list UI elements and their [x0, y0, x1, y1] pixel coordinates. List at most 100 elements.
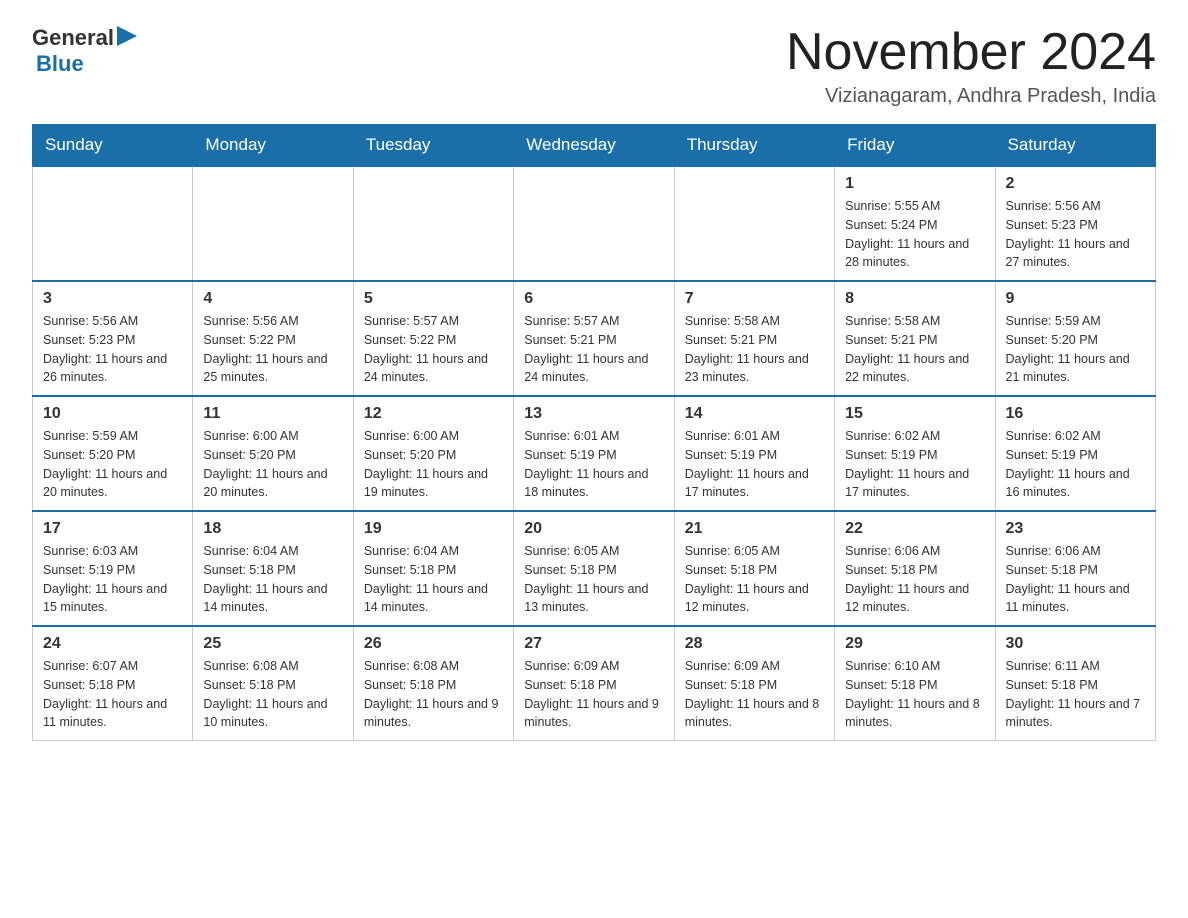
- day-number: 18: [203, 520, 342, 538]
- day-number: 24: [43, 635, 182, 653]
- day-info: Sunrise: 6:09 AM Sunset: 5:18 PM Dayligh…: [524, 657, 663, 732]
- calendar-cell: 23 Sunrise: 6:06 AM Sunset: 5:18 PM Dayli…: [995, 511, 1155, 626]
- weekday-header-saturday: Saturday: [995, 125, 1155, 167]
- calendar-cell: 6Sunrise: 5:57 AM Sunset: 5:21 PM Daylig…: [514, 281, 674, 396]
- calendar-cell: 26 Sunrise: 6:08 AM Sunset: 5:18 PM Dayli…: [353, 626, 513, 741]
- calendar-week-row: 1Sunrise: 5:55 AM Sunset: 5:24 PM Daylig…: [33, 166, 1156, 281]
- day-info: Sunrise: 6:08 AM Sunset: 5:18 PM Dayligh…: [364, 657, 503, 732]
- day-number: 11: [203, 405, 342, 423]
- calendar-cell: [674, 166, 834, 281]
- day-info: Sunrise: 6:06 AM Sunset: 5:18 PM Dayligh…: [1006, 542, 1145, 617]
- calendar-cell: 15 Sunrise: 6:02 AM Sunset: 5:19 PM Dayli…: [835, 396, 995, 511]
- calendar-cell: 18 Sunrise: 6:04 AM Sunset: 5:18 PM Dayli…: [193, 511, 353, 626]
- weekday-header-tuesday: Tuesday: [353, 125, 513, 167]
- weekday-header-friday: Friday: [835, 125, 995, 167]
- day-info: Sunrise: 6:07 AM Sunset: 5:18 PM Dayligh…: [43, 657, 182, 732]
- logo-general-text: General: [32, 25, 114, 50]
- weekday-header-monday: Monday: [193, 125, 353, 167]
- day-number: 16: [1006, 405, 1145, 423]
- day-number: 4: [203, 290, 342, 308]
- day-number: 28: [685, 635, 824, 653]
- day-info: Sunrise: 6:04 AM Sunset: 5:18 PM Dayligh…: [203, 542, 342, 617]
- day-info: Sunrise: 6:03 AM Sunset: 5:19 PM Dayligh…: [43, 542, 182, 617]
- day-info: Sunrise: 5:56 AM Sunset: 5:22 PM Dayligh…: [203, 312, 342, 387]
- day-number: 21: [685, 520, 824, 538]
- month-title: November 2024: [786, 24, 1156, 81]
- day-number: 8: [845, 290, 984, 308]
- calendar-cell: [193, 166, 353, 281]
- day-number: 20: [524, 520, 663, 538]
- day-number: 14: [685, 405, 824, 423]
- calendar-cell: 27 Sunrise: 6:09 AM Sunset: 5:18 PM Dayli…: [514, 626, 674, 741]
- calendar-cell: 11 Sunrise: 6:00 AM Sunset: 5:20 PM Dayli…: [193, 396, 353, 511]
- calendar-cell: 10Sunrise: 5:59 AM Sunset: 5:20 PM Dayli…: [33, 396, 193, 511]
- calendar-cell: [353, 166, 513, 281]
- calendar-cell: [514, 166, 674, 281]
- calendar-week-row: 17Sunrise: 6:03 AM Sunset: 5:19 PM Dayli…: [33, 511, 1156, 626]
- calendar-cell: 25 Sunrise: 6:08 AM Sunset: 5:18 PM Dayli…: [193, 626, 353, 741]
- calendar-cell: 17Sunrise: 6:03 AM Sunset: 5:19 PM Dayli…: [33, 511, 193, 626]
- day-info: Sunrise: 6:06 AM Sunset: 5:18 PM Dayligh…: [845, 542, 984, 617]
- weekday-header-wednesday: Wednesday: [514, 125, 674, 167]
- day-info: Sunrise: 6:00 AM Sunset: 5:20 PM Dayligh…: [203, 427, 342, 502]
- day-info: Sunrise: 6:01 AM Sunset: 5:19 PM Dayligh…: [685, 427, 824, 502]
- day-info: Sunrise: 6:05 AM Sunset: 5:18 PM Dayligh…: [685, 542, 824, 617]
- calendar-week-row: 10Sunrise: 5:59 AM Sunset: 5:20 PM Dayli…: [33, 396, 1156, 511]
- location-subtitle: Vizianagaram, Andhra Pradesh, India: [786, 85, 1156, 108]
- day-info: Sunrise: 5:56 AM Sunset: 5:23 PM Dayligh…: [43, 312, 182, 387]
- calendar-cell: 30Sunrise: 6:11 AM Sunset: 5:18 PM Dayli…: [995, 626, 1155, 741]
- day-number: 10: [43, 405, 182, 423]
- calendar-cell: 28 Sunrise: 6:09 AM Sunset: 5:18 PM Dayli…: [674, 626, 834, 741]
- calendar-cell: 12 Sunrise: 6:00 AM Sunset: 5:20 PM Dayli…: [353, 396, 513, 511]
- calendar-cell: 8Sunrise: 5:58 AM Sunset: 5:21 PM Daylig…: [835, 281, 995, 396]
- day-number: 1: [845, 175, 984, 193]
- day-info: Sunrise: 6:01 AM Sunset: 5:19 PM Dayligh…: [524, 427, 663, 502]
- calendar-cell: 14 Sunrise: 6:01 AM Sunset: 5:19 PM Dayli…: [674, 396, 834, 511]
- day-number: 29: [845, 635, 984, 653]
- day-info: Sunrise: 6:08 AM Sunset: 5:18 PM Dayligh…: [203, 657, 342, 732]
- day-number: 27: [524, 635, 663, 653]
- day-number: 3: [43, 290, 182, 308]
- logo: General Blue: [32, 24, 137, 77]
- day-number: 23: [1006, 520, 1145, 538]
- day-info: Sunrise: 6:00 AM Sunset: 5:20 PM Dayligh…: [364, 427, 503, 502]
- day-info: Sunrise: 5:58 AM Sunset: 5:21 PM Dayligh…: [685, 312, 824, 387]
- calendar-cell: 3 Sunrise: 5:56 AM Sunset: 5:23 PM Daylig…: [33, 281, 193, 396]
- day-info: Sunrise: 6:04 AM Sunset: 5:18 PM Dayligh…: [364, 542, 503, 617]
- calendar-cell: 29Sunrise: 6:10 AM Sunset: 5:18 PM Dayli…: [835, 626, 995, 741]
- calendar-cell: 21 Sunrise: 6:05 AM Sunset: 5:18 PM Dayli…: [674, 511, 834, 626]
- day-number: 12: [364, 405, 503, 423]
- day-info: Sunrise: 6:05 AM Sunset: 5:18 PM Dayligh…: [524, 542, 663, 617]
- calendar-cell: 4 Sunrise: 5:56 AM Sunset: 5:22 PM Daylig…: [193, 281, 353, 396]
- day-number: 26: [364, 635, 503, 653]
- calendar-cell: 22 Sunrise: 6:06 AM Sunset: 5:18 PM Dayli…: [835, 511, 995, 626]
- day-number: 22: [845, 520, 984, 538]
- calendar-cell: 2Sunrise: 5:56 AM Sunset: 5:23 PM Daylig…: [995, 166, 1155, 281]
- calendar-week-row: 3 Sunrise: 5:56 AM Sunset: 5:23 PM Daylig…: [33, 281, 1156, 396]
- title-block: November 2024 Vizianagaram, Andhra Prade…: [786, 24, 1156, 108]
- day-info: Sunrise: 6:09 AM Sunset: 5:18 PM Dayligh…: [685, 657, 824, 732]
- logo-triangle-icon: [117, 26, 137, 46]
- calendar-cell: 9 Sunrise: 5:59 AM Sunset: 5:20 PM Daylig…: [995, 281, 1155, 396]
- day-info: Sunrise: 5:59 AM Sunset: 5:20 PM Dayligh…: [1006, 312, 1145, 387]
- day-number: 9: [1006, 290, 1145, 308]
- calendar-cell: 19 Sunrise: 6:04 AM Sunset: 5:18 PM Dayli…: [353, 511, 513, 626]
- day-number: 13: [524, 405, 663, 423]
- day-info: Sunrise: 6:02 AM Sunset: 5:19 PM Dayligh…: [1006, 427, 1145, 502]
- weekday-header-sunday: Sunday: [33, 125, 193, 167]
- calendar-header-row: SundayMondayTuesdayWednesdayThursdayFrid…: [33, 125, 1156, 167]
- calendar-table: SundayMondayTuesdayWednesdayThursdayFrid…: [32, 124, 1156, 741]
- day-number: 6: [524, 290, 663, 308]
- day-number: 19: [364, 520, 503, 538]
- day-number: 5: [364, 290, 503, 308]
- day-number: 25: [203, 635, 342, 653]
- logo-blue-text: Blue: [36, 51, 84, 76]
- day-info: Sunrise: 6:02 AM Sunset: 5:19 PM Dayligh…: [845, 427, 984, 502]
- calendar-cell: 7 Sunrise: 5:58 AM Sunset: 5:21 PM Daylig…: [674, 281, 834, 396]
- day-number: 7: [685, 290, 824, 308]
- day-info: Sunrise: 5:57 AM Sunset: 5:22 PM Dayligh…: [364, 312, 503, 387]
- day-number: 30: [1006, 635, 1145, 653]
- page-header: General Blue November 2024 Vizianagaram,…: [32, 24, 1156, 108]
- day-number: 15: [845, 405, 984, 423]
- day-number: 2: [1006, 175, 1145, 193]
